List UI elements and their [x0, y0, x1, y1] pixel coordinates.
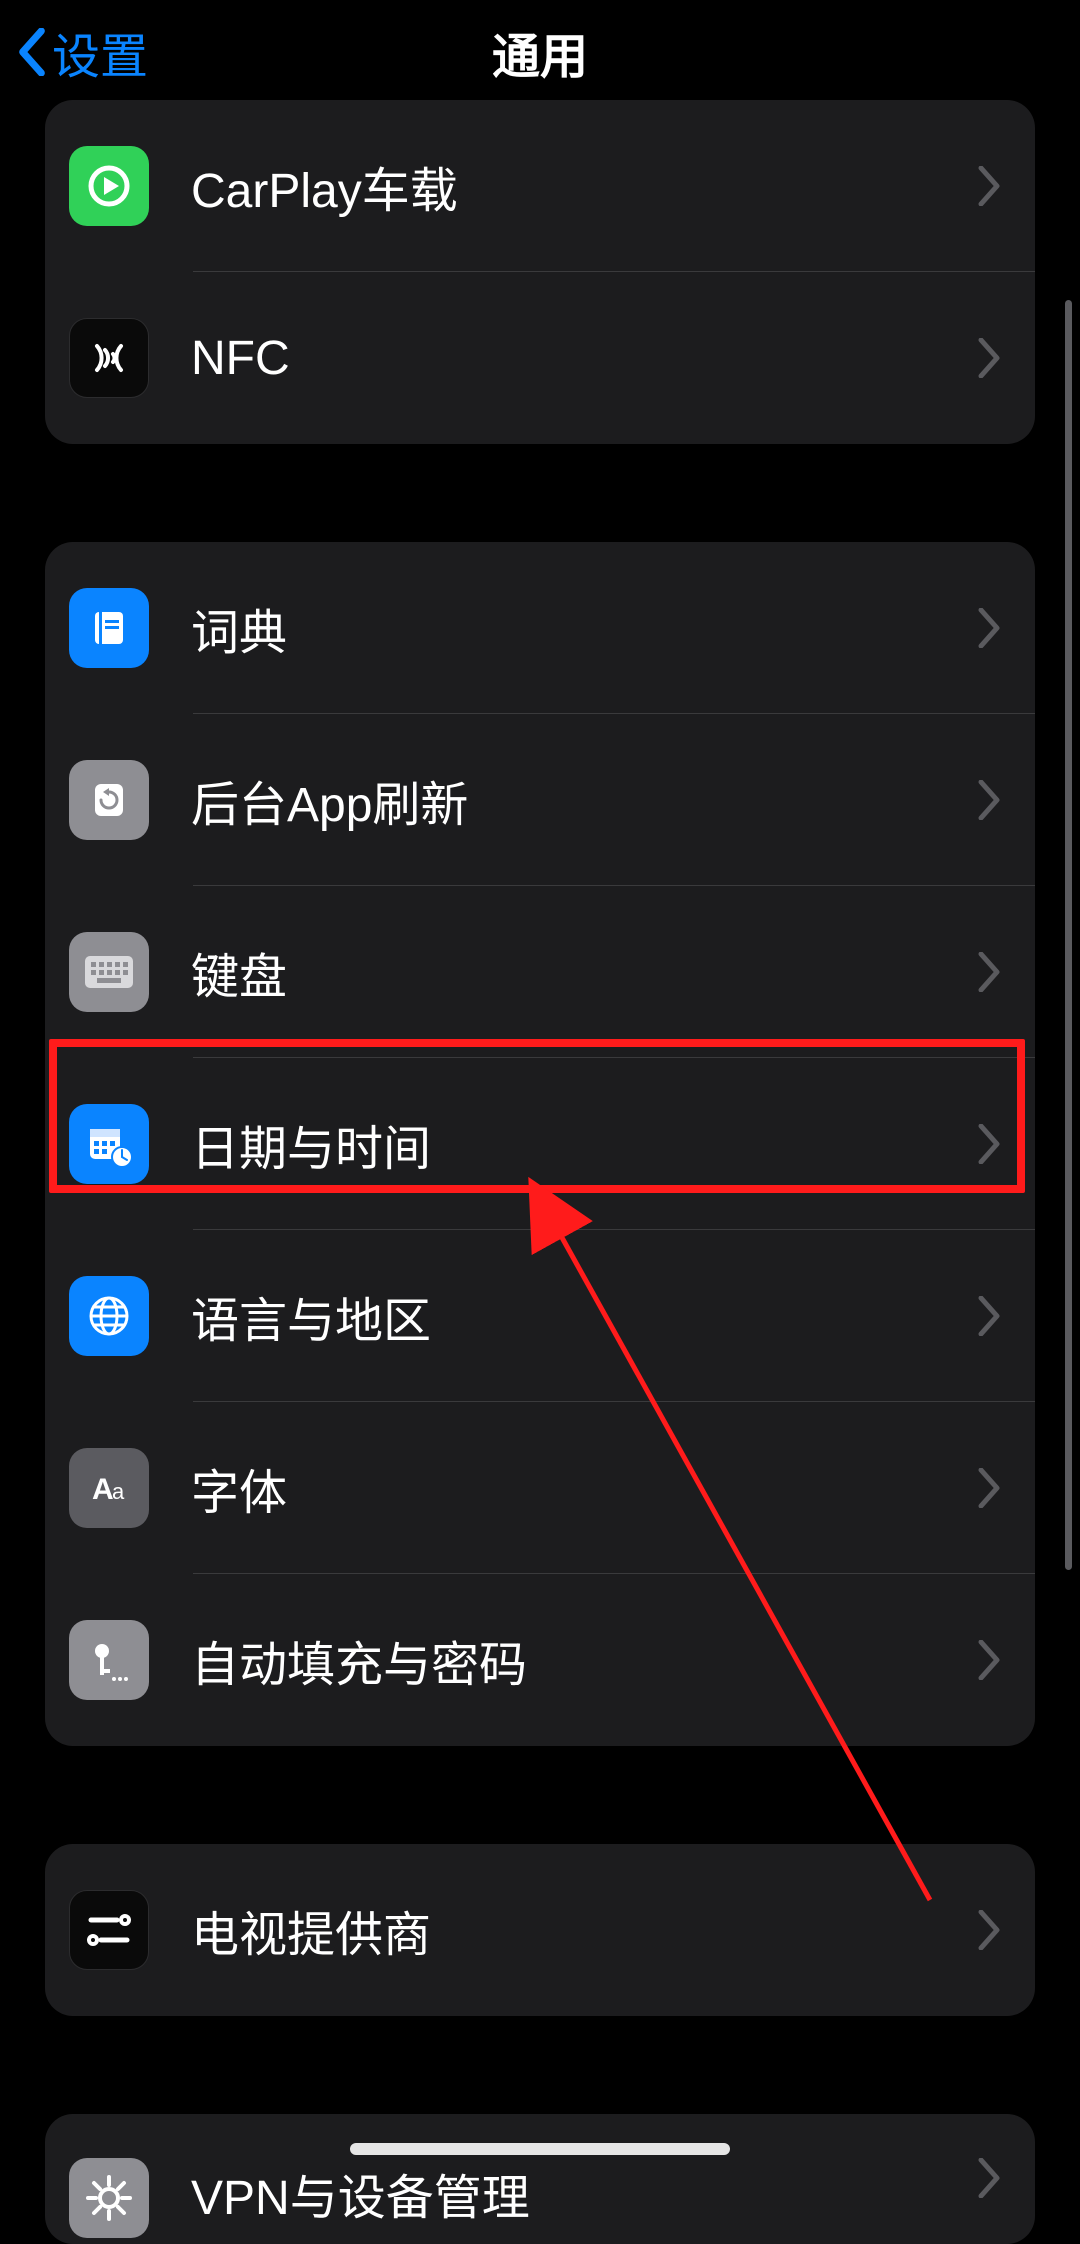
row-label: 键盘: [191, 937, 977, 1007]
fonts-icon: A a: [69, 1448, 149, 1528]
settings-list: CarPlay车载 NFC: [0, 100, 1080, 2244]
row-label: 日期与时间: [191, 1109, 977, 1179]
date-time-icon: [69, 1104, 149, 1184]
chevron-right-icon: [977, 1296, 1001, 1336]
row-label: 电视提供商: [191, 1895, 977, 1965]
settings-group: 电视提供商: [45, 1844, 1035, 2016]
row-carplay[interactable]: CarPlay车载: [45, 100, 1035, 272]
dictionary-icon: [69, 588, 149, 668]
back-label: 设置: [52, 17, 148, 87]
row-bg-app-refresh[interactable]: 后台App刷新: [45, 714, 1035, 886]
chevron-right-icon: [977, 2158, 1001, 2198]
chevron-right-icon: [977, 1124, 1001, 1164]
navigation-bar: 设置 通用: [0, 0, 1080, 104]
settings-group: CarPlay车载 NFC: [45, 100, 1035, 444]
back-button[interactable]: 设置: [18, 17, 148, 87]
chevron-right-icon: [977, 1640, 1001, 1680]
row-nfc[interactable]: NFC: [45, 272, 1035, 444]
chevron-right-icon: [977, 1468, 1001, 1508]
keyboard-icon: [69, 932, 149, 1012]
row-label: 语言与地区: [191, 1281, 977, 1351]
chevron-right-icon: [977, 338, 1001, 378]
row-label: 后台App刷新: [191, 765, 977, 835]
svg-text:a: a: [112, 1479, 125, 1504]
settings-group: 词典 后台App刷新: [45, 542, 1035, 1746]
page-title: 通用: [492, 17, 588, 87]
settings-group: VPN与设备管理: [45, 2114, 1035, 2244]
row-label: NFC: [191, 331, 977, 386]
row-autofill-passwords[interactable]: 自动填充与密码: [45, 1574, 1035, 1746]
home-indicator: [350, 2143, 730, 2155]
chevron-right-icon: [977, 952, 1001, 992]
row-label: 词典: [191, 593, 977, 663]
row-label: CarPlay车载: [191, 151, 977, 221]
carplay-icon: [69, 146, 149, 226]
row-label: VPN与设备管理: [191, 2158, 977, 2228]
row-label: 字体: [191, 1453, 977, 1523]
chevron-left-icon: [18, 28, 46, 76]
tv-provider-icon: [69, 1890, 149, 1970]
row-language-region[interactable]: 语言与地区: [45, 1230, 1035, 1402]
key-icon: [69, 1620, 149, 1700]
row-date-time[interactable]: 日期与时间: [45, 1058, 1035, 1230]
svg-text:A: A: [92, 1473, 114, 1506]
chevron-right-icon: [977, 608, 1001, 648]
row-label: 自动填充与密码: [191, 1625, 977, 1695]
row-vpn-device-management[interactable]: VPN与设备管理: [45, 2114, 1035, 2244]
row-fonts[interactable]: A a 字体: [45, 1402, 1035, 1574]
gear-icon: [69, 2158, 149, 2238]
row-keyboard[interactable]: 键盘: [45, 886, 1035, 1058]
chevron-right-icon: [977, 780, 1001, 820]
nfc-icon: [69, 318, 149, 398]
chevron-right-icon: [977, 1910, 1001, 1950]
globe-icon: [69, 1276, 149, 1356]
refresh-icon: [69, 760, 149, 840]
scroll-indicator[interactable]: [1065, 300, 1072, 1570]
row-tv-provider[interactable]: 电视提供商: [45, 1844, 1035, 2016]
row-dictionary[interactable]: 词典: [45, 542, 1035, 714]
chevron-right-icon: [977, 166, 1001, 206]
